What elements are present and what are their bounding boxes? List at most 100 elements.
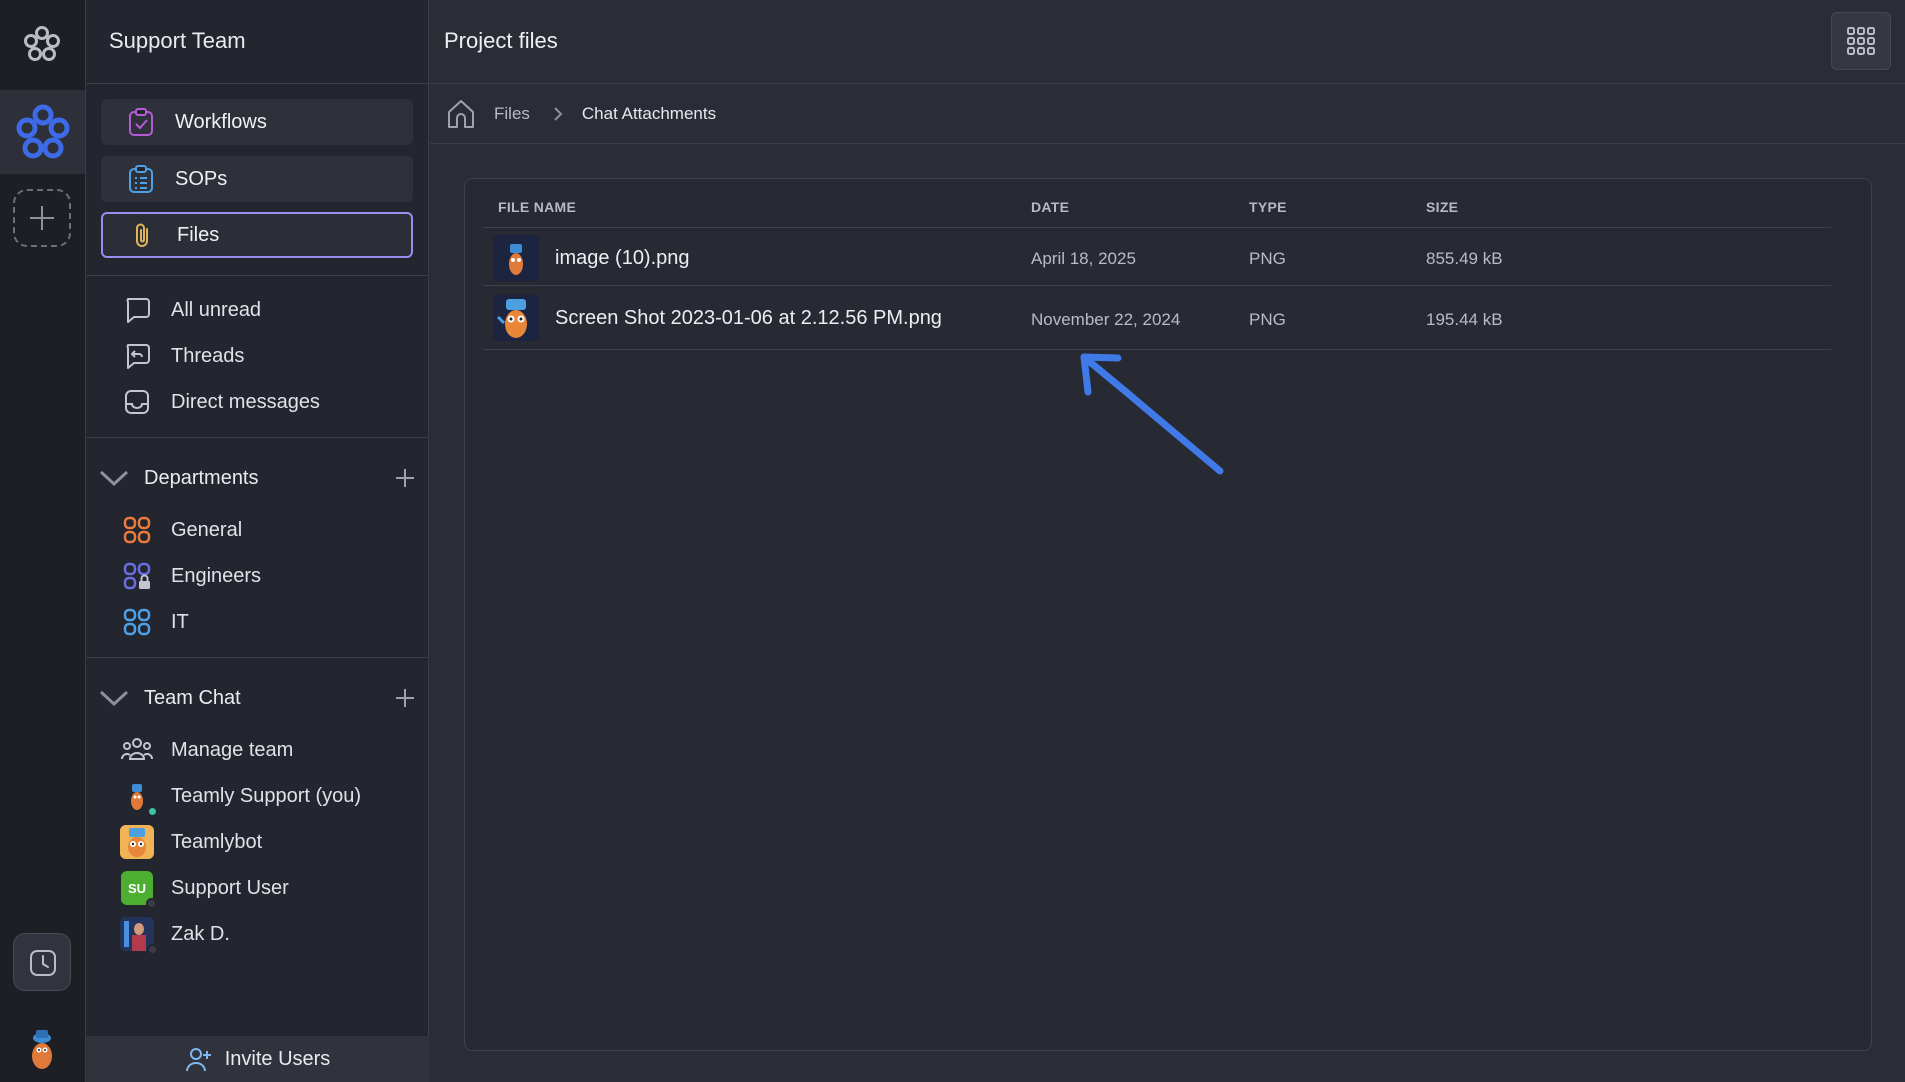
invite-users-button[interactable]: Invite Users: [86, 1036, 429, 1082]
team-chat-header[interactable]: Team Chat: [98, 680, 418, 716]
divider: [86, 83, 429, 84]
sidebar-item-label: Support User: [171, 876, 289, 899]
nav-label: Files: [177, 223, 220, 246]
main-content: Project files Files Chat Attachments FIL…: [430, 0, 1905, 1082]
chevron-right-icon: [554, 107, 563, 121]
chevron-down-icon: [99, 470, 129, 487]
section-title: Team Chat: [144, 686, 241, 709]
sidebar-item-label: Threads: [171, 344, 245, 367]
thread-reply-icon: [121, 340, 153, 372]
offline-status-icon: [147, 944, 158, 955]
sidebar: Support Team Workflows SOPs Files All un…: [86, 0, 429, 1082]
sidebar-item-label: Direct messages: [171, 390, 320, 413]
nav-label: Workflows: [175, 110, 267, 133]
sidebar-item-label: Zak D.: [171, 922, 230, 945]
file-size: 855.49 kB: [1426, 249, 1503, 268]
add-department-icon[interactable]: [394, 467, 416, 489]
file-date: April 18, 2025: [1031, 249, 1136, 268]
avatar: SU: [121, 871, 157, 909]
sidebar-item-teamly-support[interactable]: Teamly Support (you): [121, 778, 362, 817]
chevron-down-icon: [99, 690, 129, 707]
file-type: PNG: [1249, 249, 1286, 268]
channel-icon: [121, 606, 153, 638]
nav-label: SOPs: [175, 167, 228, 190]
sidebar-item-label: General: [171, 518, 243, 541]
grid-icon: [1847, 27, 1875, 55]
divider: [483, 227, 1831, 228]
avatar: [120, 825, 154, 859]
team-logo-icon: [16, 104, 70, 159]
sidebar-item-label: Teamlybot: [171, 830, 263, 853]
channel-icon: [121, 514, 153, 546]
user-avatar[interactable]: [24, 1026, 60, 1070]
sidebar-item-label: Manage team: [171, 738, 294, 761]
sidebar-item-direct-messages[interactable]: Direct messages: [121, 384, 320, 420]
add-team-button[interactable]: [13, 189, 71, 247]
divider: [86, 275, 429, 276]
home-icon[interactable]: [446, 98, 476, 130]
sidebar-item-label: Teamly Support (you): [171, 784, 362, 807]
column-header-size[interactable]: SIZE: [1426, 199, 1458, 215]
sidebar-item-label: All unread: [171, 298, 262, 321]
app-logo-icon[interactable]: [19, 22, 65, 68]
breadcrumb-current: Chat Attachments: [581, 104, 717, 123]
chat-bubble-icon: [121, 294, 153, 326]
column-header-name[interactable]: FILE NAME: [498, 199, 576, 215]
invite-label: Invite Users: [224, 1047, 331, 1070]
history-button[interactable]: [13, 933, 71, 991]
page-title: Project files: [444, 28, 558, 53]
file-date: November 22, 2024: [1031, 310, 1181, 329]
avatar: [120, 917, 158, 955]
files-table: FILE NAME DATE TYPE SIZE image (10).png …: [464, 178, 1872, 1051]
sidebar-item-it[interactable]: IT: [121, 604, 189, 640]
team-name: Support Team: [109, 28, 246, 53]
file-thumbnail: [493, 295, 539, 341]
sidebar-item-threads[interactable]: Threads: [121, 338, 244, 374]
file-name[interactable]: Screen Shot 2023-01-06 at 2.12.56 PM.png: [555, 307, 942, 330]
sidebar-item-label: IT: [171, 610, 189, 633]
team-switcher-support[interactable]: [0, 90, 85, 174]
sidebar-item-zak-d[interactable]: Zak D.: [120, 916, 230, 955]
annotation-arrow-icon: [1080, 353, 1224, 475]
clipboard-check-icon: [125, 106, 157, 138]
team-icon: [121, 734, 153, 766]
nav-files[interactable]: Files: [101, 212, 413, 258]
divider: [86, 657, 429, 658]
clipboard-list-icon: [125, 163, 157, 195]
workspace-rail: [0, 0, 86, 1082]
sidebar-item-manage-team[interactable]: Manage team: [121, 732, 293, 768]
inbox-icon: [121, 386, 153, 418]
column-header-type[interactable]: TYPE: [1249, 199, 1287, 215]
sidebar-item-label: Engineers: [171, 564, 262, 587]
sidebar-item-general[interactable]: General: [121, 512, 242, 548]
column-header-date[interactable]: DATE: [1031, 199, 1069, 215]
sidebar-item-engineers[interactable]: Engineers: [121, 558, 261, 594]
departments-header[interactable]: Departments: [98, 460, 418, 496]
breadcrumb: Files Chat Attachments: [446, 96, 716, 132]
nav-workflows[interactable]: Workflows: [101, 99, 413, 145]
clock-icon: [30, 950, 56, 976]
file-size: 195.44 kB: [1426, 310, 1503, 329]
add-user-icon: [185, 1048, 211, 1072]
private-channel-icon: [121, 560, 153, 592]
sidebar-item-all-unread[interactable]: All unread: [121, 292, 261, 328]
file-name[interactable]: image (10).png: [555, 247, 690, 270]
nav-sops[interactable]: SOPs: [101, 156, 413, 202]
divider: [483, 285, 1831, 286]
avatar: [121, 780, 158, 817]
section-title: Departments: [144, 466, 259, 489]
sidebar-item-support-user[interactable]: SU Support User: [121, 870, 289, 909]
divider: [430, 83, 1905, 84]
paperclip-icon: [127, 219, 159, 251]
add-chat-icon[interactable]: [394, 687, 416, 709]
apps-grid-button[interactable]: [1831, 12, 1891, 70]
sidebar-item-teamlybot[interactable]: Teamlybot: [120, 824, 263, 860]
file-thumbnail: [493, 235, 539, 281]
offline-status-icon: [146, 898, 157, 909]
divider: [86, 437, 429, 438]
file-type: PNG: [1249, 310, 1286, 329]
divider: [430, 143, 1905, 144]
avatar-initials: SU: [127, 880, 147, 896]
breadcrumb-files-link[interactable]: Files: [494, 104, 530, 124]
online-status-icon: [147, 806, 158, 817]
